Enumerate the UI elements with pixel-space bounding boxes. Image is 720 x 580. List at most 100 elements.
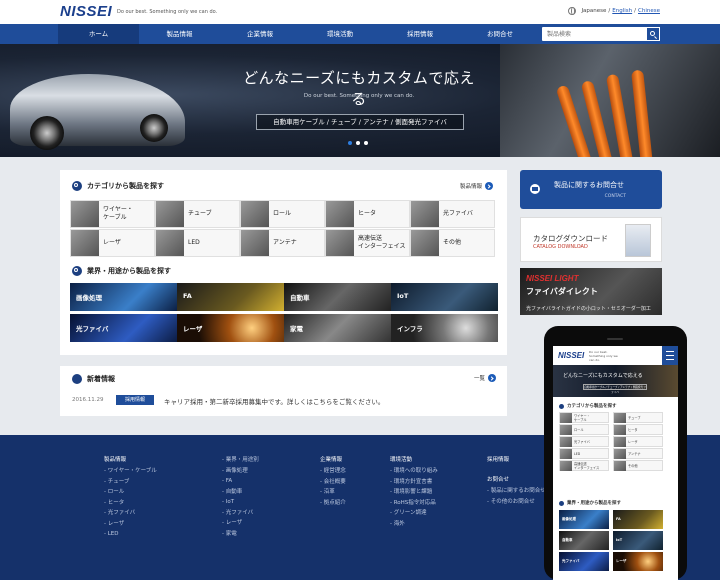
category-tile[interactable]: レーザ (70, 229, 155, 257)
footer-link[interactable]: 光ファイバ (222, 508, 259, 519)
phone-industry-tile[interactable]: 画像処理 (559, 510, 609, 529)
footer-link[interactable]: その他のお問合せ (487, 497, 546, 508)
phone-category-label-line: インターフェイス (574, 465, 600, 470)
industry-tile[interactable]: レーザ (177, 314, 284, 342)
nav-item-products[interactable]: 製品情報 (139, 24, 220, 44)
news-item-link[interactable]: キャリア採用・第二新卒採用募集中です。詳しくはこちらをご覧ください。 (164, 396, 384, 406)
phone-industry-tile[interactable]: 自動車 (559, 531, 609, 550)
footer-heading[interactable]: 製品情報 (104, 455, 157, 463)
lang-separator: / (634, 8, 637, 14)
industry-tile[interactable]: 光ファイバ (70, 314, 177, 342)
search-input[interactable] (542, 27, 646, 41)
nav-item-home[interactable]: ホーム (58, 24, 139, 44)
phone-category-tile[interactable]: 高速伝送 インターフェイス (559, 460, 609, 471)
nav-item-recruit[interactable]: 採用情報 (380, 24, 460, 44)
contact-button-label: 製品に関するお問合せ (554, 181, 624, 189)
search-button[interactable] (646, 27, 660, 41)
nav-item-environment[interactable]: 環境活動 (300, 24, 380, 44)
products-link[interactable]: 製品情報 (460, 182, 494, 190)
fiber-direct-banner[interactable]: NISSEI LIGHT ファイバダイレクト 光ファイバライトガイドの小ロット・… (520, 268, 662, 315)
footer-heading[interactable]: 企業情報 (320, 455, 346, 463)
category-tile[interactable]: ヒータ (325, 200, 410, 228)
footer-link[interactable]: LED (104, 529, 157, 540)
category-label: その他 (439, 239, 461, 247)
category-tile[interactable]: ワイヤー・ ケーブル (70, 200, 155, 228)
hero-caption: 自動車用ケーブル / チューブ / アンテナ / 側面発光ファイバ (256, 114, 464, 130)
footer-link[interactable]: 画像処理 (222, 466, 259, 477)
phone-industry-tile[interactable]: レーザ (613, 552, 663, 571)
phone-category-thumbnail (560, 424, 572, 435)
footer-link[interactable]: IoT (222, 497, 259, 508)
footer-link[interactable]: 家電 (222, 529, 259, 540)
footer-link[interactable]: グリーン調達 (390, 508, 438, 519)
phone-industry-tile[interactable]: 光ファイバ (559, 552, 609, 571)
category-tile[interactable]: 光ファイバ (410, 200, 495, 228)
phone-industry-tile[interactable]: IoT (613, 531, 663, 550)
phone-category-tile[interactable]: チューブ (613, 412, 663, 423)
footer-link[interactable]: 光ファイバ (104, 508, 157, 519)
nav-item-company[interactable]: 企業情報 (220, 24, 300, 44)
phone-category-label: ワイヤー・ ケーブル (572, 414, 590, 422)
footer-link[interactable]: FA (222, 476, 259, 487)
phone-category-tile[interactable]: その他 (613, 460, 663, 471)
phone-category-label-line: LED (574, 451, 581, 456)
slider-dot[interactable] (356, 141, 360, 145)
site-logo[interactable]: NISSEI (60, 3, 112, 20)
phone-category-tile[interactable]: LED (559, 448, 609, 459)
footer-link[interactable]: ヒータ (104, 498, 157, 509)
industry-tile[interactable]: 自動車 (284, 283, 391, 311)
footer-heading[interactable]: 採用情報 (487, 455, 509, 463)
category-tile[interactable]: その他 (410, 229, 495, 257)
category-tile[interactable]: LED (155, 229, 240, 257)
footer-link[interactable]: レーザ (222, 518, 259, 529)
nav-item-contact[interactable]: お問合せ (460, 24, 540, 44)
phone-category-tile[interactable]: 光ファイバ (559, 436, 609, 447)
category-tile[interactable]: 高速伝送 インターフェイス (325, 229, 410, 257)
footer-link[interactable]: 環境への取り組み (390, 466, 438, 477)
footer-link[interactable]: 経営理念 (320, 466, 346, 477)
industry-tile[interactable]: FA (177, 283, 284, 311)
phone-category-tile[interactable]: ワイヤー・ ケーブル (559, 412, 609, 423)
footer-link[interactable]: チューブ (104, 477, 157, 488)
footer-link[interactable]: 業界・用途別 (222, 455, 259, 466)
lang-english[interactable]: English (612, 8, 632, 14)
industry-tile[interactable]: 画像処理 (70, 283, 177, 311)
phone-category-tile[interactable]: アンテナ (613, 448, 663, 459)
footer-link[interactable]: 環境方針宣言書 (390, 477, 438, 488)
footer-column: 製品情報ワイヤー・ケーブルチューブロールヒータ光ファイバレーザLED (104, 455, 157, 540)
phone-category-tile[interactable]: レーザ (613, 436, 663, 447)
footer-link[interactable]: 自動車 (222, 487, 259, 498)
footer-link[interactable]: 海外 (390, 519, 438, 530)
slider-dot[interactable] (364, 141, 368, 145)
footer-heading[interactable]: お問合せ (487, 475, 546, 483)
industry-tile[interactable]: インフラ (391, 314, 498, 342)
footer-link[interactable]: 環境影響と課題 (390, 487, 438, 498)
industry-tile[interactable]: IoT (391, 283, 498, 311)
hero-slider[interactable]: どんなニーズにもカスタムで応える Do our best. Something … (0, 44, 720, 157)
footer-link[interactable]: ロール (104, 487, 157, 498)
product-contact-button[interactable]: 製品に関するお問合せ CONTACT (520, 170, 662, 209)
slider-dot-active[interactable] (348, 141, 352, 145)
footer-link[interactable]: 拠点紹介 (320, 498, 346, 509)
footer-link[interactable]: 沿革 (320, 487, 346, 498)
lang-japanese[interactable]: Japanese (581, 8, 606, 14)
phone-category-tile[interactable]: ヒータ (613, 424, 663, 435)
footer-link[interactable]: RoHS指令対応品 (390, 498, 438, 509)
category-tile[interactable]: アンテナ (240, 229, 325, 257)
footer-heading[interactable]: 環境活動 (390, 455, 438, 463)
news-list-link[interactable]: 一覧 (474, 374, 497, 382)
category-tile[interactable]: ロール (240, 200, 325, 228)
phone-category-label: ロール (572, 428, 584, 432)
phone-industry-tile[interactable]: FA (613, 510, 663, 529)
lang-chinese[interactable]: Chinese (638, 8, 660, 14)
footer-link[interactable]: 会社概要 (320, 477, 346, 488)
footer-link[interactable]: レーザ (104, 519, 157, 530)
category-label-line: その他 (443, 239, 462, 246)
phone-category-tile[interactable]: ロール (559, 424, 609, 435)
footer-link[interactable]: ワイヤー・ケーブル (104, 466, 157, 477)
catalog-download-banner[interactable]: カタログダウンロード CATALOG DOWNLOAD (520, 217, 662, 262)
industry-tile[interactable]: 家電 (284, 314, 391, 342)
category-tile[interactable]: チューブ (155, 200, 240, 228)
hero-subtitle: Do our best. Something only we can do. (303, 93, 415, 99)
footer-link[interactable]: 製品に関するお問合せ (487, 486, 546, 497)
